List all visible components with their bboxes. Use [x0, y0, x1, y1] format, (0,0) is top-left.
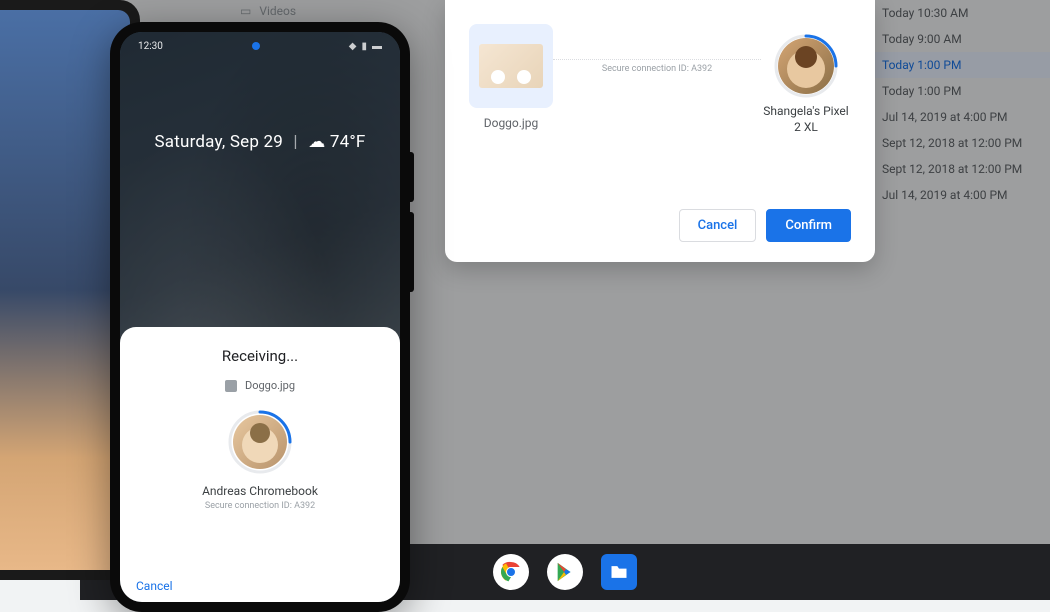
nearby-share-dialog: Doggo.jpg Secure connection ID: A392 Sha…	[445, 0, 875, 262]
battery-icon: ▬	[372, 41, 382, 52]
confirm-button[interactable]: Confirm	[766, 209, 851, 242]
file-thumbnail	[469, 24, 553, 108]
sender-connection-id: Secure connection ID: A392	[136, 501, 384, 511]
sender-avatar	[230, 412, 290, 472]
recipient-name-label: Shangela's Pixel 2 XL	[761, 104, 851, 135]
notification-dot-icon	[252, 42, 260, 50]
sheet-file-name: Doggo.jpg	[245, 379, 295, 392]
lockscreen-weather: 74°F	[330, 132, 366, 152]
chrome-icon[interactable]	[493, 554, 529, 590]
connection-id-text: Secure connection ID: A392	[602, 64, 712, 74]
phone-device: 12:30 ◆ ▮ ▬ Saturday, Sep 29 | ☁ 74°F Re…	[110, 22, 410, 612]
sheet-cancel-button[interactable]: Cancel	[136, 579, 173, 593]
recipient-avatar	[776, 36, 836, 96]
file-tile: Doggo.jpg	[469, 24, 553, 130]
weather-icon: ☁	[308, 132, 325, 152]
cancel-button[interactable]: Cancel	[679, 209, 757, 242]
receiving-sheet: Receiving... Doggo.jpg Andreas Chromeboo…	[120, 327, 400, 602]
play-store-icon[interactable]	[547, 554, 583, 590]
phone-status-bar: 12:30 ◆ ▮ ▬	[120, 32, 400, 60]
sender-name-label: Andreas Chromebook	[136, 484, 384, 498]
wifi-icon: ◆	[349, 41, 357, 52]
connection-indicator: Secure connection ID: A392	[553, 24, 761, 108]
status-time: 12:30	[138, 41, 163, 52]
sheet-title: Receiving...	[136, 347, 384, 365]
signal-icon: ▮	[361, 41, 367, 52]
files-icon[interactable]	[601, 554, 637, 590]
file-name-label: Doggo.jpg	[469, 116, 553, 130]
lockscreen-info: Saturday, Sep 29 | ☁ 74°F	[120, 132, 400, 152]
recipient-tile: Shangela's Pixel 2 XL	[761, 24, 851, 135]
lockscreen-date: Saturday, Sep 29	[155, 132, 283, 152]
file-icon	[225, 380, 237, 392]
